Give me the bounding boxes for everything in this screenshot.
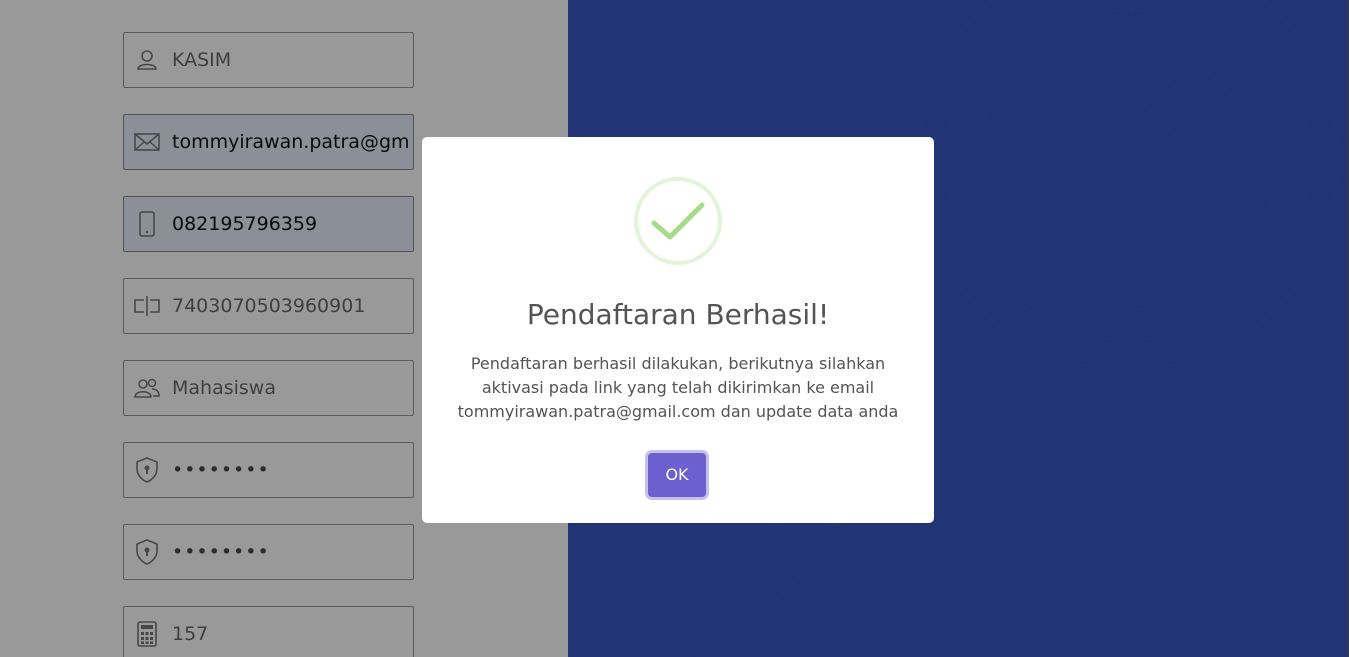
success-check-icon	[634, 177, 722, 265]
ok-button[interactable]: OK	[648, 453, 706, 497]
registration-page: KASIM tommyirawan.patra@gmail.com 082195…	[0, 0, 1349, 657]
dialog-message: Pendaftaran berhasil dilakukan, berikutn…	[457, 354, 899, 421]
success-dialog: Pendaftaran Berhasil! Pendaftaran berhas…	[422, 137, 934, 523]
dialog-title: Pendaftaran Berhasil!	[526, 298, 830, 331]
